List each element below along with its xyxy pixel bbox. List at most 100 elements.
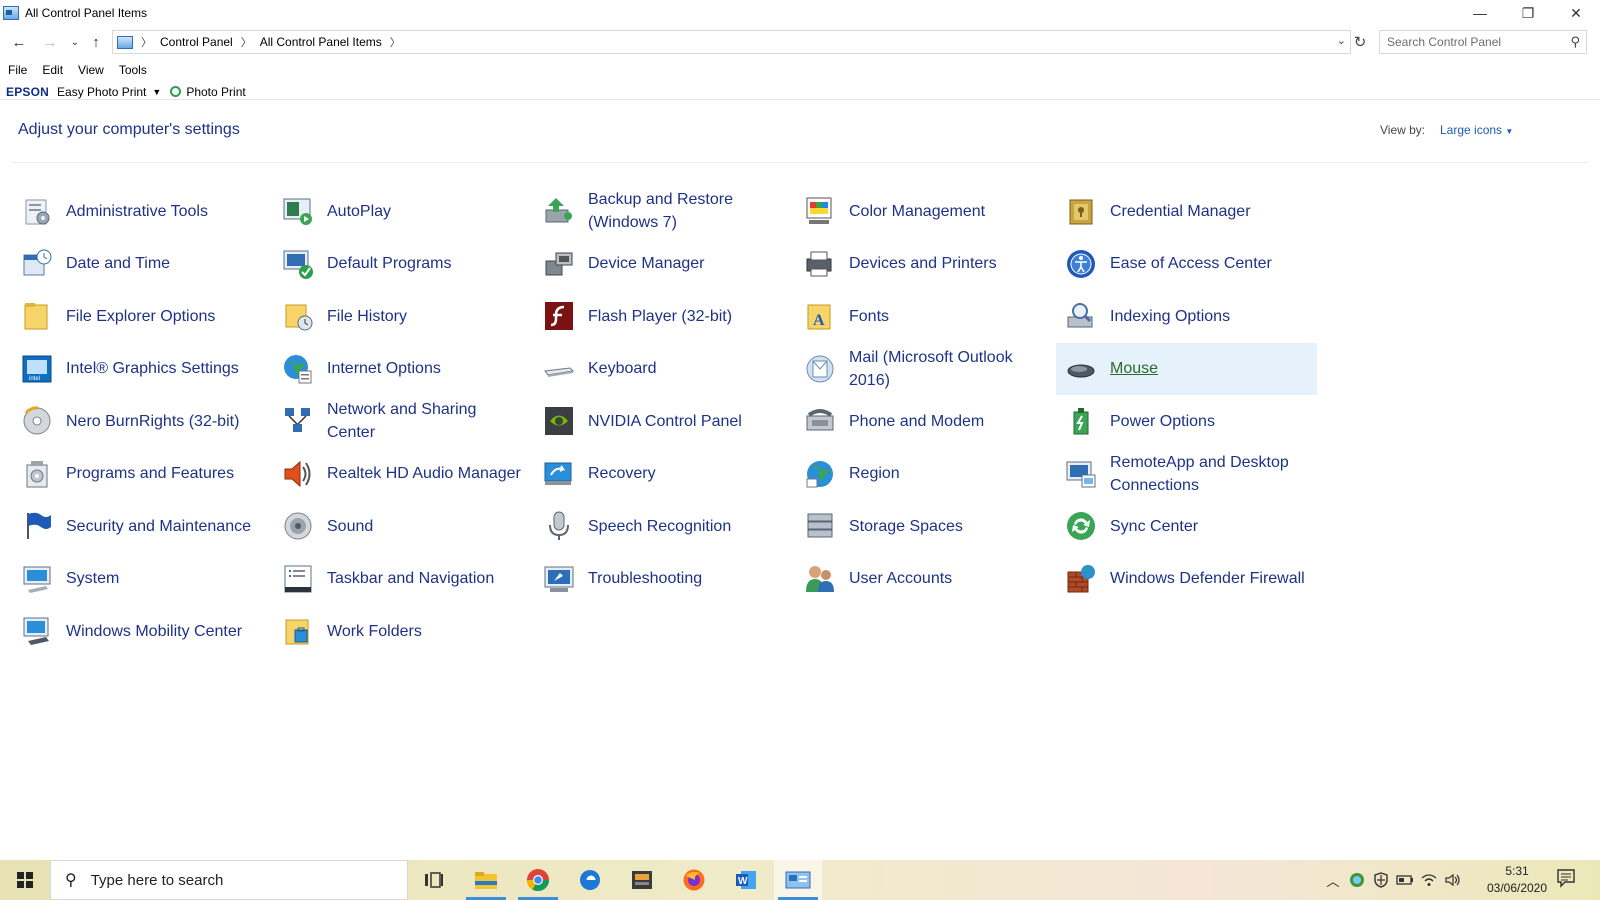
forward-arrow-icon[interactable]: → <box>40 31 60 53</box>
control-panel-item-nero-burnrights[interactable]: Nero BurnRights (32-bit) <box>12 395 273 448</box>
control-panel-item-label: Programs and Features <box>66 465 235 483</box>
control-panel-item-indexing-options[interactable]: Indexing Options <box>1056 290 1317 343</box>
menu-tools[interactable]: Tools <box>119 63 147 81</box>
control-panel-item-remoteapp[interactable]: RemoteApp and Desktop Connections <box>1056 448 1317 501</box>
battery-tray-icon[interactable] <box>1394 860 1416 900</box>
security-shield-tray-icon[interactable] <box>1370 860 1392 900</box>
address-bar[interactable]: 〉 Control Panel 〉 All Control Panel Item… <box>112 30 1351 54</box>
file-explorer-taskbar-icon[interactable] <box>462 860 510 900</box>
chrome-taskbar-icon[interactable] <box>514 860 562 900</box>
nvidia-icon <box>542 404 576 438</box>
menu-edit[interactable]: Edit <box>42 63 63 81</box>
control-panel-item-programs-features[interactable]: Programs and Features <box>12 448 273 501</box>
network-globe-tray-icon[interactable] <box>1346 860 1368 900</box>
control-panel-item-file-history[interactable]: File History <box>273 290 534 343</box>
view-by-label: View by: <box>1380 123 1426 137</box>
network-sharing-icon <box>281 404 315 438</box>
up-arrow-icon[interactable]: ↑ <box>86 31 106 53</box>
control-panel-item-region[interactable]: Region <box>795 448 1056 501</box>
breadcrumb-separator-icon[interactable]: 〉 <box>241 34 252 50</box>
close-button[interactable]: ✕ <box>1552 0 1600 26</box>
control-panel-item-backup-restore[interactable]: Backup and Restore (Windows 7) <box>534 185 795 238</box>
task-view-icon[interactable] <box>410 860 458 900</box>
taskbar: ⚲ Type here to search W ︿ 5:31 03/06/202… <box>0 860 1600 900</box>
word-taskbar-icon[interactable]: W <box>722 860 770 900</box>
minimize-button[interactable]: — <box>1456 0 1504 26</box>
mobility-center-icon <box>20 614 54 648</box>
control-panel-item-label: Windows Defender Firewall <box>1110 570 1305 588</box>
control-panel-item-sound[interactable]: Sound <box>273 500 534 553</box>
control-panel-item-user-accounts[interactable]: User Accounts <box>795 553 1056 606</box>
control-panel-item-phone-modem[interactable]: Phone and Modem <box>795 395 1056 448</box>
wifi-tray-icon[interactable] <box>1418 860 1440 900</box>
show-hidden-icons-chevron-icon[interactable]: ︿ <box>1322 860 1344 900</box>
control-panel-item-ease-of-access[interactable]: Ease of Access Center <box>1056 238 1317 291</box>
volume-tray-icon[interactable] <box>1442 860 1464 900</box>
control-panel-item-label: Storage Spaces <box>849 517 963 535</box>
control-panel-item-firewall[interactable]: Windows Defender Firewall <box>1056 553 1317 606</box>
control-panel-item-storage-spaces[interactable]: Storage Spaces <box>795 500 1056 553</box>
control-panel-item-speech-recognition[interactable]: Speech Recognition <box>534 500 795 553</box>
firefox-taskbar-icon[interactable] <box>670 860 718 900</box>
control-panel-item-fonts[interactable]: A Fonts <box>795 290 1056 343</box>
refresh-icon[interactable]: ↻ <box>1350 32 1370 52</box>
control-panel-item-recovery[interactable]: Recovery <box>534 448 795 501</box>
control-panel-item-label: Backup and Restore (Windows 7) <box>588 191 733 232</box>
photo-print-icon[interactable] <box>170 86 182 97</box>
control-panel-item-devices-printers[interactable]: Devices and Printers <box>795 238 1056 291</box>
control-panel-item-autoplay[interactable]: AutoPlay <box>273 185 534 238</box>
control-panel-item-keyboard[interactable]: Keyboard <box>534 343 795 396</box>
search-placeholder: Search Control Panel <box>1387 35 1502 49</box>
start-button[interactable] <box>0 860 50 900</box>
control-panel-item-mobility-center[interactable]: Windows Mobility Center <box>12 605 273 658</box>
control-panel-item-flash-player[interactable]: Flash Player (32-bit) <box>534 290 795 343</box>
control-panel-item-default-programs[interactable]: Default Programs <box>273 238 534 291</box>
control-panel-item-date-time[interactable]: Date and Time <box>12 238 273 291</box>
control-panel-item-label: Recovery <box>588 465 656 483</box>
control-panel-item-credential-manager[interactable]: Credential Manager <box>1056 185 1317 238</box>
control-panel-item-work-folders[interactable]: Work Folders <box>273 605 534 658</box>
breadcrumb-separator-icon[interactable]: 〉 <box>390 34 401 50</box>
clock-time: 5:31 <box>1505 864 1529 878</box>
search-input[interactable]: Search Control Panel ⚲ <box>1379 30 1587 54</box>
action-center-icon[interactable] <box>1556 868 1578 890</box>
devices-printers-icon <box>803 247 837 281</box>
control-panel-item-intel-graphics[interactable]: intel Intel® Graphics Settings <box>12 343 273 396</box>
control-panel-item-color-management[interactable]: Color Management <box>795 185 1056 238</box>
view-mode-dropdown[interactable]: Large icons ▼ <box>1440 123 1513 137</box>
control-panel-item-mouse[interactable]: Mouse <box>1056 342 1317 395</box>
breadcrumb-separator-icon[interactable]: 〉 <box>141 34 152 50</box>
menu-file[interactable]: File <box>8 63 27 81</box>
control-panel-item-file-explorer-options[interactable]: File Explorer Options <box>12 290 273 343</box>
recent-locations-chevron-icon[interactable]: ⌄ <box>65 31 85 53</box>
restore-button[interactable]: ❐ <box>1504 0 1552 26</box>
taskbar-search-box[interactable]: ⚲ Type here to search <box>50 860 408 900</box>
breadcrumb-all-items[interactable]: All Control Panel Items <box>260 35 382 49</box>
clock[interactable]: 5:31 03/06/2020 <box>1484 863 1550 897</box>
back-arrow-icon[interactable]: ← <box>9 31 29 53</box>
control-panel-item-nvidia[interactable]: NVIDIA Control Panel <box>534 395 795 448</box>
control-panel-taskbar-icon[interactable] <box>774 860 822 900</box>
control-panel-item-security-maintenance[interactable]: Security and Maintenance <box>12 500 273 553</box>
control-panel-item-network-sharing[interactable]: Network and Sharing Center <box>273 395 534 448</box>
control-panel-item-sync-center[interactable]: Sync Center <box>1056 500 1317 553</box>
control-panel-item-device-manager[interactable]: Device Manager <box>534 238 795 291</box>
control-panel-item-internet-options[interactable]: Internet Options <box>273 343 534 396</box>
easy-photo-print-dropdown-icon[interactable]: ▼ <box>152 87 161 97</box>
header-divider <box>12 162 1588 163</box>
search-icon[interactable]: ⚲ <box>1570 34 1580 50</box>
control-panel-item-mail[interactable]: Mail (Microsoft Outlook 2016) <box>795 343 1056 396</box>
edge-taskbar-icon[interactable] <box>566 860 614 900</box>
control-panel-item-power-options[interactable]: Power Options <box>1056 395 1317 448</box>
easy-photo-print-button[interactable]: Easy Photo Print <box>57 85 146 99</box>
address-dropdown-icon[interactable]: ⌄ <box>1337 34 1346 47</box>
control-panel-item-troubleshooting[interactable]: Troubleshooting <box>534 553 795 606</box>
menu-view[interactable]: View <box>78 63 104 81</box>
photo-print-button[interactable]: Photo Print <box>186 85 245 99</box>
breadcrumb-control-panel[interactable]: Control Panel <box>160 35 233 49</box>
control-panel-item-realtek-audio[interactable]: Realtek HD Audio Manager <box>273 448 534 501</box>
control-panel-item-admin-tools[interactable]: Administrative Tools <box>12 185 273 238</box>
control-panel-item-system[interactable]: System <box>12 553 273 606</box>
app-taskbar-icon[interactable] <box>618 860 666 900</box>
control-panel-item-taskbar-navigation[interactable]: Taskbar and Navigation <box>273 553 534 606</box>
